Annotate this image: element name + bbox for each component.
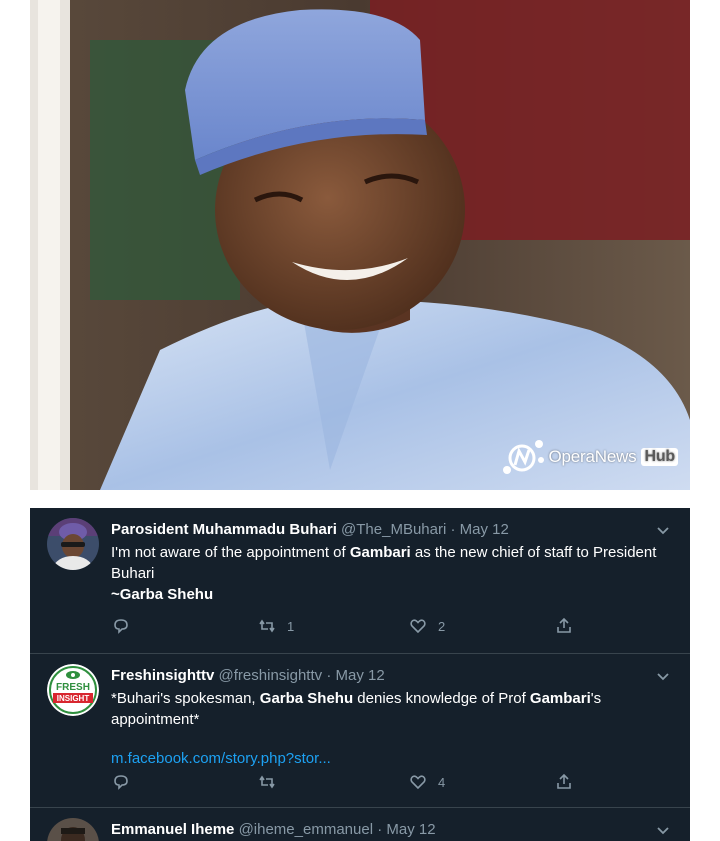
- tweet-text-bold: Gambari: [349, 544, 411, 561]
- avatar[interactable]: [47, 518, 99, 570]
- chevron-down-icon[interactable]: [656, 670, 670, 684]
- news-photo: OperaNews Hub: [30, 0, 690, 490]
- tweet-author-name[interactable]: Freshinsighttv: [111, 667, 214, 684]
- tweet-text: I'm not aware of the appointment of Gamb…: [111, 542, 670, 605]
- tweet-text-part: *Buhari's spokesman,: [111, 690, 260, 707]
- reply-icon: [114, 775, 128, 790]
- photo-illustration: [30, 0, 690, 490]
- avatar[interactable]: FRESH INSIGHT: [47, 664, 99, 716]
- chevron-down-icon[interactable]: [656, 824, 670, 838]
- reply-button[interactable]: [111, 616, 141, 636]
- like-button[interactable]: 4: [408, 772, 445, 792]
- avatar[interactable]: [47, 818, 99, 841]
- like-count: 4: [438, 774, 446, 790]
- tweet-link[interactable]: m.facebook.com/story.php?stor...: [111, 750, 670, 767]
- operanews-watermark: OperaNews Hub: [499, 438, 678, 476]
- like-button[interactable]: 2: [408, 616, 445, 636]
- tweet-actions: 4: [111, 772, 690, 794]
- retweet-count: 1: [287, 618, 295, 634]
- share-icon: [557, 773, 571, 789]
- retweet-button[interactable]: [257, 772, 287, 792]
- tweet[interactable]: Emmanuel Iheme @iheme_emmanuel · May 12: [30, 808, 690, 841]
- tweet-text-part: denies knowledge of Prof: [353, 690, 530, 707]
- tweet-author-name[interactable]: Parosident Muhammadu Buhari: [111, 521, 337, 538]
- tweet-author-handle[interactable]: @The_MBuhari: [341, 521, 446, 538]
- tweet-body: Parosident Muhammadu Buhari @The_MBuhari…: [111, 520, 670, 605]
- tweet-separator: ·: [377, 821, 383, 838]
- tweet-body: Freshinsighttv @freshinsighttv · May 12 …: [111, 666, 670, 767]
- tweet-text: *Buhari's spokesman, Garba Shehu denies …: [111, 688, 670, 730]
- share-icon: [557, 617, 571, 633]
- avatar-text-bottom: INSIGHT: [57, 694, 90, 703]
- tweet-author-name[interactable]: Emmanuel Iheme: [111, 821, 234, 838]
- reply-button[interactable]: [111, 772, 141, 792]
- tweet-body: Emmanuel Iheme @iheme_emmanuel · May 12: [111, 820, 670, 840]
- like-count: 2: [438, 618, 446, 634]
- tweet-date[interactable]: May 12: [460, 521, 509, 538]
- share-button[interactable]: [554, 616, 574, 636]
- retweet-icon: [259, 619, 275, 633]
- share-button[interactable]: [554, 772, 574, 792]
- avatar-text-top: FRESH: [56, 682, 90, 693]
- tweet-signature: ~Garba Shehu: [111, 586, 214, 603]
- tweet[interactable]: Parosident Muhammadu Buhari @The_MBuhari…: [30, 508, 690, 654]
- retweet-button[interactable]: 1: [257, 616, 294, 636]
- tweet-author-handle[interactable]: @iheme_emmanuel: [239, 821, 373, 838]
- tweet[interactable]: FRESH INSIGHT Freshinsighttv @freshinsig…: [30, 654, 690, 808]
- watermark-badge: Hub: [641, 448, 678, 466]
- retweet-icon: [259, 775, 275, 789]
- tweet-separator: ·: [326, 667, 332, 684]
- twitter-feed: Parosident Muhammadu Buhari @The_MBuhari…: [30, 508, 690, 841]
- tweet-text-bold: Gambari: [529, 690, 591, 707]
- heart-icon: [410, 775, 426, 790]
- tweet-text-part: I'm not aware of the appointment of: [111, 544, 350, 561]
- tweet-header: Emmanuel Iheme @iheme_emmanuel · May 12: [111, 820, 670, 840]
- operanews-logo-icon: [502, 440, 544, 474]
- tweet-date[interactable]: May 12: [386, 821, 435, 838]
- heart-icon: [410, 619, 426, 634]
- tweet-actions: 1 2: [111, 616, 690, 638]
- tweet-separator: ·: [450, 521, 456, 538]
- chevron-down-icon[interactable]: [656, 524, 670, 538]
- watermark-brand: OperaNews: [548, 447, 637, 466]
- tweet-header: Parosident Muhammadu Buhari @The_MBuhari…: [111, 520, 670, 540]
- tweet-text-bold: Garba Shehu: [259, 690, 354, 707]
- reply-icon: [114, 619, 128, 634]
- tweet-author-handle[interactable]: @freshinsighttv: [219, 667, 323, 684]
- tweet-date[interactable]: May 12: [335, 667, 384, 684]
- tweet-header: Freshinsighttv @freshinsighttv · May 12: [111, 666, 670, 686]
